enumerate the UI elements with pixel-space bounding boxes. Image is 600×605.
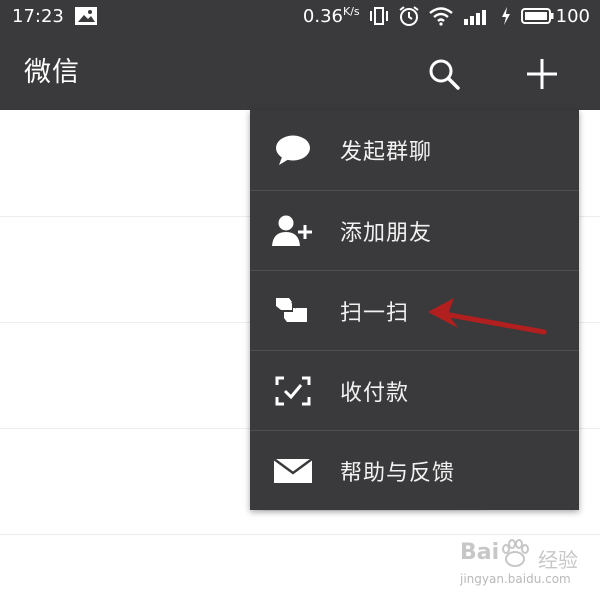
app-title: 微信	[24, 57, 80, 88]
status-time: 17:23	[12, 5, 64, 27]
menu-item-help-feedback[interactable]: 帮助与反馈	[250, 431, 579, 511]
menu-item-start-group-chat[interactable]: 发起群聊	[250, 110, 579, 190]
menu-item-add-friend[interactable]: 添加朋友	[250, 191, 579, 271]
status-bar: 17:23 0.36K/s 100	[0, 0, 600, 32]
watermark-suffix: 经验	[538, 548, 578, 572]
menu-item-label: 帮助与反馈	[340, 461, 456, 486]
battery-icon	[520, 6, 554, 26]
mail-icon	[270, 453, 316, 489]
red-arrow-annotation	[420, 292, 550, 338]
menu-item-label: 添加朋友	[340, 221, 433, 246]
menu-item-label: 扫一扫	[340, 301, 410, 326]
plus-icon[interactable]	[520, 54, 564, 94]
vibrate-icon	[368, 6, 390, 26]
signal-icon	[462, 6, 492, 26]
scan-icon	[270, 293, 316, 329]
watermark-brand: Bai	[460, 540, 500, 565]
menu-item-payment[interactable]: 收付款	[250, 351, 579, 431]
network-speed: 0.36K/s	[302, 5, 360, 27]
battery-level: 100	[555, 5, 590, 27]
menu-item-label: 发起群聊	[340, 140, 433, 165]
alarm-icon	[398, 5, 420, 27]
baidu-jingyan-watermark: Bai 经验 jingyan.baidu.com	[458, 538, 598, 602]
menu-item-label: 收付款	[340, 381, 410, 406]
search-icon[interactable]	[424, 54, 464, 94]
chat-bubble-icon	[270, 132, 316, 168]
wifi-icon	[428, 6, 454, 26]
add-friend-icon	[270, 213, 316, 249]
charging-icon	[500, 6, 512, 26]
paw-icon	[498, 538, 532, 568]
payment-icon	[270, 373, 316, 409]
title-bar: 微信	[0, 32, 600, 110]
watermark-url: jingyan.baidu.com	[460, 572, 571, 586]
picture-notification-icon	[74, 6, 98, 26]
